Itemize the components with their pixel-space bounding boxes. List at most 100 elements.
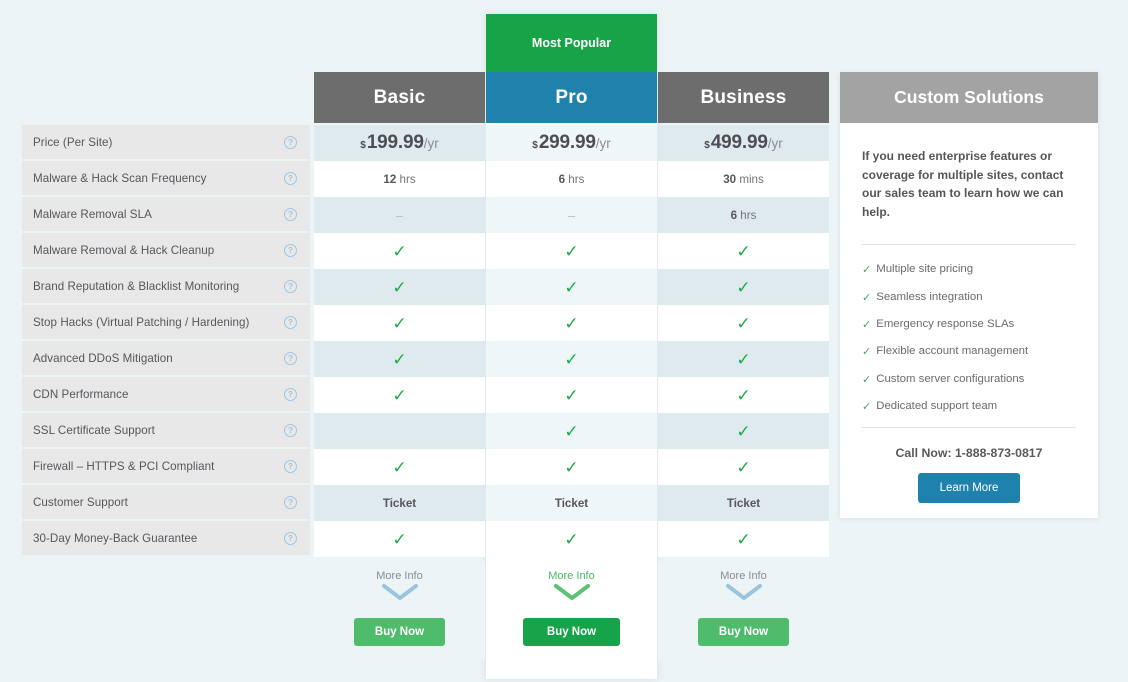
check-icon: ✓ <box>564 385 579 405</box>
help-icon[interactable]: ? <box>284 351 297 365</box>
plan-header-business[interactable]: Business <box>658 72 829 123</box>
custom-feature-label: Flexible account management <box>876 345 1029 358</box>
plan-name-pro: Pro <box>555 86 588 108</box>
currency-symbol: $ <box>360 139 366 151</box>
value-cell-pro: ✓ <box>486 521 657 557</box>
custom-solutions-panel: Custom Solutions If you need enterprise … <box>840 72 1098 518</box>
check-icon: ✓ <box>392 313 407 333</box>
value-cell-pro: ✓ <box>486 269 657 305</box>
more-info-link-pro[interactable]: More Info <box>486 570 657 582</box>
check-icon: ✓ <box>736 421 751 441</box>
check-icon: ✓ <box>392 349 407 369</box>
feature-label-row: Brand Reputation & Blacklist Monitoring? <box>22 269 310 305</box>
value-cell-basic: ✓ <box>314 341 485 377</box>
value-cell-basic: $199.99/yr <box>314 125 485 161</box>
check-icon: ✓ <box>392 385 407 405</box>
buy-now-button-pro[interactable]: Buy Now <box>522 618 621 646</box>
currency-symbol: $ <box>704 139 710 151</box>
buy-now-button-basic[interactable]: Buy Now <box>353 618 446 646</box>
value-number: 6 <box>558 172 566 186</box>
value-column-business: $499.99/yr 30 mins 6 hrs ✓ ✓ ✓ ✓ ✓ ✓ ✓ Ticket ✓ <box>658 125 829 557</box>
check-icon: ✓ <box>564 529 579 549</box>
check-icon: ✓ <box>736 313 751 333</box>
help-icon[interactable]: ? <box>284 387 297 401</box>
most-popular-label: Most Popular <box>531 36 612 50</box>
divider-bottom <box>862 427 1076 429</box>
check-icon: ✓ <box>392 529 407 549</box>
more-info-link-basic[interactable]: More Info <box>314 570 485 582</box>
divider-top <box>862 244 1076 246</box>
custom-feature-label: Emergency response SLAs <box>876 317 1015 330</box>
custom-feature-item: ✓ Seamless integration <box>862 291 1076 305</box>
check-icon: ✓ <box>564 457 579 477</box>
price-amount: 199.99 <box>366 132 424 153</box>
value-cell-pro: ✓ <box>486 341 657 377</box>
value-unit: mins <box>739 172 764 186</box>
value-cell-business: ✓ <box>658 449 829 485</box>
custom-feature-item: ✓ Custom server configurations <box>862 373 1076 387</box>
value-cell-basic: ✓ <box>314 377 485 413</box>
check-icon: ✓ <box>736 277 751 297</box>
value-text: Ticket <box>726 496 761 510</box>
value-cell-business: Ticket <box>658 485 829 521</box>
plan-name-business: Business <box>700 86 787 108</box>
plan-header-pro[interactable]: Pro <box>486 72 657 123</box>
value-cell-basic <box>314 413 485 449</box>
value-cell-business: ✓ <box>658 305 829 341</box>
check-icon: ✓ <box>862 373 872 386</box>
check-icon: ✓ <box>862 318 872 331</box>
plan-name-basic: Basic <box>373 86 426 108</box>
help-icon[interactable]: ? <box>284 315 297 329</box>
custom-feature-label: Custom server configurations <box>876 372 1025 385</box>
help-icon[interactable]: ? <box>284 207 297 221</box>
custom-feature-item: ✓ Dedicated support team <box>862 400 1076 414</box>
custom-feature-label: Seamless integration <box>876 290 983 303</box>
chevron-down-icon[interactable] <box>486 584 657 604</box>
feature-label-text: Customer Support <box>33 495 128 509</box>
learn-more-button[interactable]: Learn More <box>917 473 1021 504</box>
value-cell-business: $499.99/yr <box>658 125 829 161</box>
value-text: Ticket <box>554 496 589 510</box>
feature-label-row: Price (Per Site)? <box>22 125 310 161</box>
check-icon: ✓ <box>392 457 407 477</box>
feature-label-row: CDN Performance? <box>22 377 310 413</box>
plan-footer-business: More Info Buy Now <box>658 561 829 661</box>
value-cell-pro: ✓ <box>486 449 657 485</box>
value-cell-business: ✓ <box>658 233 829 269</box>
plan-footer-pro: More Info Buy Now <box>486 561 657 661</box>
help-icon[interactable]: ? <box>284 423 297 437</box>
chevron-down-icon[interactable] <box>314 584 485 604</box>
plan-header-basic[interactable]: Basic <box>314 72 485 123</box>
price-period: /yr <box>423 135 439 151</box>
value-cell-business: ✓ <box>658 269 829 305</box>
buy-now-button-business[interactable]: Buy Now <box>697 618 790 646</box>
custom-feature-label: Multiple site pricing <box>876 263 974 276</box>
value-cell-pro: ✓ <box>486 305 657 341</box>
custom-feature-item: ✓ Flexible account management <box>862 345 1076 359</box>
help-icon[interactable]: ? <box>284 531 297 545</box>
feature-label-row: Malware Removal SLA? <box>22 197 310 233</box>
help-icon[interactable]: ? <box>284 171 297 185</box>
value-cell-pro: ✓ <box>486 377 657 413</box>
help-icon[interactable]: ? <box>284 243 297 257</box>
check-icon: ✓ <box>862 346 872 359</box>
value-cell-basic: – <box>314 197 485 233</box>
help-icon[interactable]: ? <box>284 495 297 509</box>
help-icon[interactable]: ? <box>284 135 297 149</box>
check-icon: ✓ <box>564 421 579 441</box>
value-cell-basic: Ticket <box>314 485 485 521</box>
feature-label-row: Stop Hacks (Virtual Patching / Hardening… <box>22 305 310 341</box>
help-icon[interactable]: ? <box>284 459 297 473</box>
more-info-link-business[interactable]: More Info <box>658 570 829 582</box>
custom-feature-item: ✓ Emergency response SLAs <box>862 318 1076 332</box>
help-icon[interactable]: ? <box>284 279 297 293</box>
feature-label-row: Malware & Hack Scan Frequency? <box>22 161 310 197</box>
price-amount: 299.99 <box>538 132 596 153</box>
custom-solutions-feature-list: ✓ Multiple site pricing ✓ Seamless integrat… <box>862 263 1076 414</box>
check-icon: ✓ <box>736 385 751 405</box>
most-popular-badge: Most Popular <box>486 14 657 72</box>
check-icon: ✓ <box>736 529 751 549</box>
value-text: Ticket <box>382 496 417 510</box>
chevron-down-icon[interactable] <box>658 584 829 604</box>
value-unit: hrs <box>568 172 585 186</box>
